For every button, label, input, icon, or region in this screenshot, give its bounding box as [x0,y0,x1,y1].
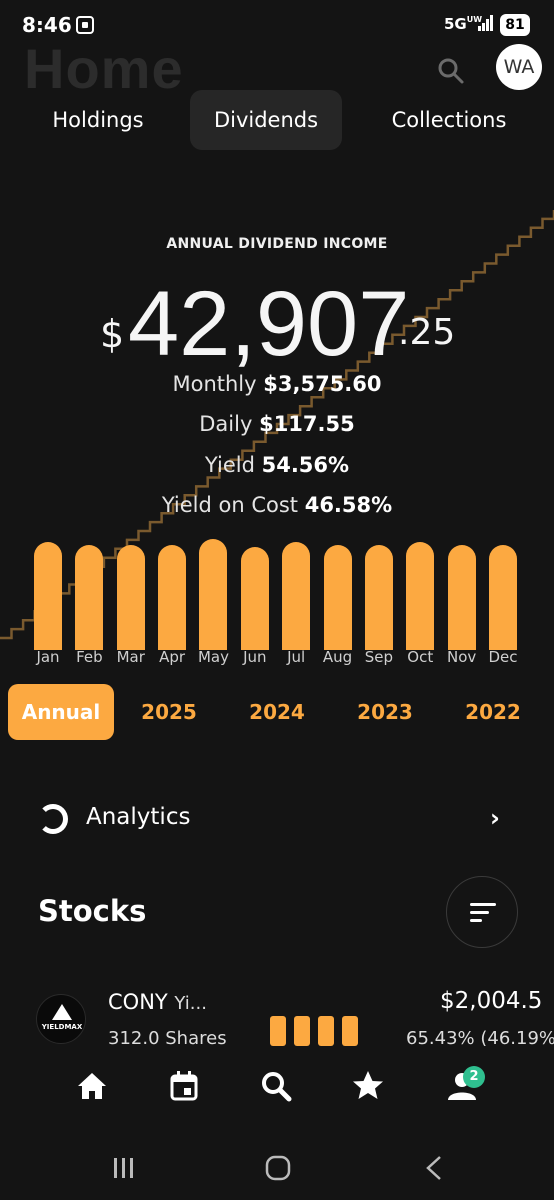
sort-button[interactable] [446,876,518,948]
month-label-jan: Jan [36,648,60,666]
status-time: 8:46 [22,13,72,37]
holding-shares: 312.0 Shares [108,1028,227,1046]
yield-stat: Yield 54.56% [204,453,350,477]
screenshot-icon [76,16,94,34]
month-label-sep: Sep [364,648,394,666]
month-label-feb: Feb [76,648,103,666]
month-bar-oct[interactable] [406,542,435,650]
amount-integer: 42,907 [128,273,410,375]
sort-icon [470,903,496,906]
month-bar-dec[interactable] [489,545,517,650]
month-bar-jan[interactable] [34,542,62,650]
analytics-label: Analytics [86,804,191,830]
donut-chart-icon [38,804,68,834]
yieldmax-logo: YIELDMAX [36,994,86,1044]
currency-symbol: $ [100,312,125,356]
month-bar-apr[interactable] [158,545,187,650]
year-2022[interactable]: 2022 [448,684,538,740]
month-bar-sep[interactable] [364,545,393,650]
month-label-jun: Jun [243,648,267,666]
recents-button[interactable] [114,1158,133,1178]
month-label-nov: Nov [446,648,477,666]
month-label-oct: Oct [407,648,434,666]
year-2023[interactable]: 2023 [340,684,430,740]
month-label-dec: Dec [488,648,518,666]
payment-frequency-bars [270,1016,370,1046]
month-bar-mar[interactable] [116,545,145,650]
bottom-nav [0,1046,554,1136]
month-bar-may[interactable] [199,539,228,650]
holding-ticker: CONY Yi... [108,990,207,1014]
month-label-aug: Aug [322,648,353,666]
network-indicator: 5GUW [444,15,483,33]
tab-collections[interactable]: Collections [370,90,528,150]
battery-badge: 81 [500,14,530,36]
annual-income-label: ANNUAL DIVIDEND INCOME [166,236,388,252]
month-bar-nov[interactable] [447,545,476,650]
monthly-stat: Monthly $3,575.60 [172,372,382,396]
system-navigation [114,1155,441,1181]
month-bar-jun[interactable] [240,547,269,650]
analytics-row[interactable]: Analytics › [0,790,554,846]
back-button[interactable] [426,1156,441,1180]
year-annual[interactable]: Annual [8,684,114,740]
search-nav-icon[interactable] [256,1066,296,1106]
home-button[interactable] [265,1155,291,1181]
month-label-jul: Jul [287,648,306,666]
yield-on-cost-stat: Yield on Cost 46.58% [161,493,393,517]
year-2025[interactable]: 2025 [124,684,214,740]
search-icon[interactable] [436,56,466,86]
home-icon[interactable] [72,1066,112,1106]
tab-dividends[interactable]: Dividends [190,90,342,150]
holding-yield: 65.43% (46.19% [406,1028,554,1046]
daily-stat: Daily $117.55 [199,412,355,436]
notification-badge: 2 [463,1066,485,1088]
month-label-may: May [197,648,229,666]
holding-row[interactable]: YIELDMAX CONY Yi... 312.0 Shares $2,004.… [0,980,554,1046]
month-label-apr: Apr [159,648,186,666]
month-label-mar: Mar [116,648,145,666]
amount-cents: .25 [398,312,456,353]
chevron-right-icon: › [490,804,500,832]
signal-icon [478,15,494,31]
calendar-icon[interactable] [164,1066,204,1106]
month-bar-feb[interactable] [75,545,104,650]
tab-holdings[interactable]: Holdings [34,90,162,150]
tab-bar: Holdings Dividends Collections [0,90,554,150]
star-icon[interactable] [348,1066,388,1106]
monthly-bar-chart [0,520,554,650]
year-2024[interactable]: 2024 [232,684,322,740]
month-bar-jul[interactable] [282,542,311,650]
holding-value: $2,004.5 [440,988,543,1014]
stocks-heading: Stocks [38,894,147,928]
avatar[interactable]: WA [496,44,542,90]
month-bar-aug[interactable] [323,545,352,650]
